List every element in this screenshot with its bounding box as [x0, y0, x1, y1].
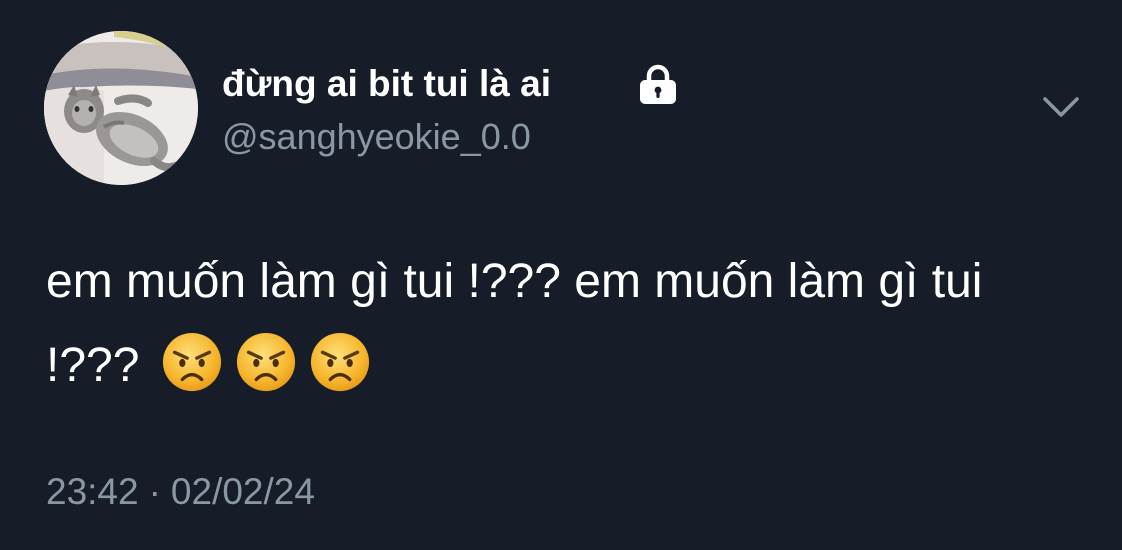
lock-icon	[640, 64, 676, 104]
angry-face-emoji	[163, 332, 222, 392]
tweet-body: em muốn làm gì tui !??? em muốn làm gì t…	[46, 240, 1086, 408]
tweet: đừng ai bit tui là ai @sanghyeokie_0.0 e…	[0, 0, 1122, 550]
avatar[interactable]	[44, 31, 198, 185]
tweet-time: 23:42	[46, 471, 139, 512]
avatar-cat-photo	[44, 31, 198, 185]
user-handle[interactable]: @sanghyeokie_0.0	[222, 114, 531, 160]
tweet-date: 02/02/24	[170, 471, 315, 512]
angry-face-emoji	[311, 332, 370, 392]
display-name[interactable]: đừng ai bit tui là ai	[222, 60, 551, 108]
tweet-timestamp[interactable]: 23:42 · 02/02/24	[46, 468, 315, 516]
chevron-down-icon[interactable]	[1038, 88, 1084, 128]
angry-face-emoji	[237, 332, 296, 392]
timestamp-separator: ·	[148, 471, 161, 512]
